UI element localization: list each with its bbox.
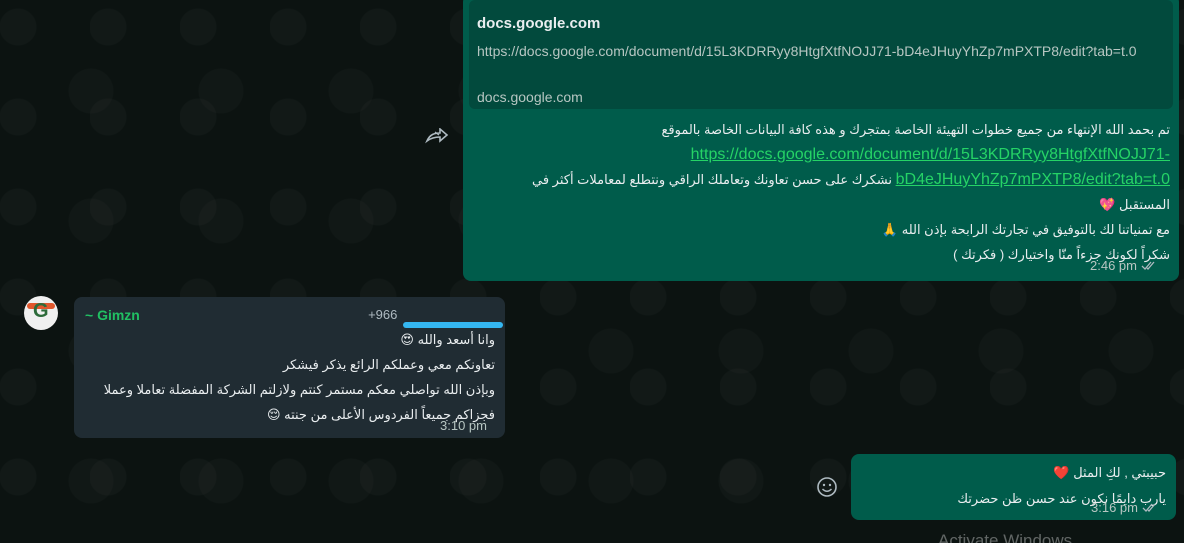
link-preview-url: https://docs.google.com/document/d/15L3K… (477, 43, 1137, 59)
message-line: https://docs.google.com/document/d/15L3K… (470, 142, 1170, 167)
message-meta: 2:46 pm (1090, 258, 1157, 273)
sender-phone-text: +966 (368, 307, 398, 322)
message-time: 3:16 pm (1091, 500, 1138, 515)
message-time: 3:10 pm (440, 418, 487, 433)
message-time: 2:46 pm (1090, 258, 1137, 273)
message-text: وانا أسعد والله 😍 تعاونكم معي وعملكم الر… (83, 327, 495, 427)
message-line: شكراً لكونك جزءاً منّا واختيارك ( فكرتك … (953, 247, 1170, 262)
outgoing-message[interactable]: docs.google.com https://docs.google.com/… (463, 0, 1179, 281)
read-ticks-icon (1142, 503, 1158, 513)
message-line: تعاونكم معي وعملكم الرائع يذكر فيشكر (282, 357, 495, 372)
message-line: المستقبل 💖 (1099, 197, 1170, 212)
outgoing-message[interactable]: حبيبتي , لكِ المثل ❤️ يارب دايمًا نكون ع… (851, 454, 1176, 520)
read-ticks-icon (1141, 261, 1157, 271)
sender-phone: +966 (368, 307, 503, 328)
incoming-message[interactable]: ~ Gimzn +966 وانا أسعد والله 😍 تعاونكم م… (74, 297, 505, 438)
forward-icon[interactable] (425, 128, 449, 144)
link-preview-domain: docs.google.com (477, 89, 583, 105)
avatar-logo: G (33, 300, 49, 322)
emoji-icon[interactable] (816, 476, 838, 498)
message-text: تم بحمد الله الإنتهاء من جميع خطوات الته… (470, 117, 1170, 267)
link-preview-title: docs.google.com (477, 15, 601, 32)
avatar[interactable]: G (24, 296, 58, 330)
message-line: bD4eJHuyYhZp7mPXTP8/edit?tab=t.0 نشكرك ع… (470, 167, 1170, 192)
message-meta: 3:16 pm (1091, 500, 1158, 515)
message-line: مع تمنياتنا لك بالتوفيق في تجارتك الرابح… (881, 222, 1170, 237)
message-line: تم بحمد الله الإنتهاء من جميع خطوات الته… (661, 122, 1170, 137)
sender-name[interactable]: ~ Gimzn (85, 307, 140, 323)
activate-windows-watermark: Activate Windows (938, 531, 1073, 543)
message-meta: 3:10 pm (440, 418, 487, 433)
message-line: حبيبتي , لكِ المثل ❤️ (1053, 465, 1166, 480)
message-line-text: نشكرك على حسن تعاونك وتعاملك الراقي ونتط… (532, 172, 892, 187)
document-link[interactable]: https://docs.google.com/document/d/15L3K… (691, 146, 1170, 163)
message-line: فجزاكم جميعاً الفردوس الأعلى من جنته 😌 (266, 407, 495, 422)
message-line: وبإذن الله تواصلي معكم مستمر كنتم ولازلت… (103, 382, 495, 397)
chat-panel: docs.google.com https://docs.google.com/… (0, 0, 1184, 543)
document-link-continued[interactable]: bD4eJHuyYhZp7mPXTP8/edit?tab=t.0 (896, 171, 1170, 188)
link-preview[interactable]: docs.google.com https://docs.google.com/… (469, 0, 1173, 109)
message-line: وانا أسعد والله 😍 (400, 332, 495, 347)
